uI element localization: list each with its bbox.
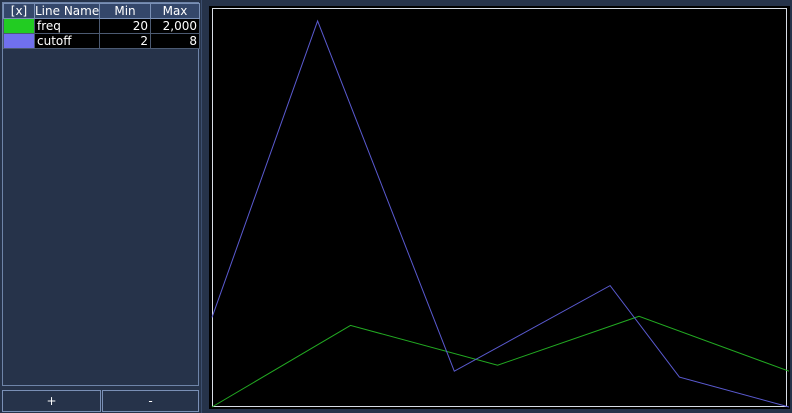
line-min-cell[interactable]: 2 — [99, 33, 151, 49]
line-max-cell[interactable]: 2,000 — [150, 18, 200, 34]
line-table-header: [x] Line Name Min Max — [3, 3, 200, 19]
line-table-frame: [x] Line Name Min Max freq 20 2,000 cuto… — [2, 2, 200, 386]
remove-line-button[interactable]: - — [102, 390, 199, 412]
line-table: [x] Line Name Min Max freq 20 2,000 cuto… — [3, 3, 200, 49]
column-header-visible[interactable]: [x] — [3, 3, 35, 19]
cutoff-series-line — [211, 19, 790, 408]
line-color-swatch[interactable] — [4, 34, 34, 48]
plot-area[interactable] — [209, 6, 790, 409]
column-header-min[interactable]: Min — [99, 3, 151, 19]
split-pane-divider[interactable] — [201, 0, 209, 413]
column-header-line-name[interactable]: Line Name — [34, 3, 100, 19]
column-header-max[interactable]: Max — [150, 3, 200, 19]
line-list-panel: [x] Line Name Min Max freq 20 2,000 cuto… — [0, 0, 201, 413]
line-min-cell[interactable]: 20 — [99, 18, 151, 34]
line-color-swatch[interactable] — [4, 19, 34, 33]
table-row[interactable]: freq 20 2,000 — [3, 18, 200, 34]
line-list-toolbar: + - — [0, 388, 201, 413]
line-max-cell[interactable]: 8 — [150, 33, 200, 49]
line-color-swatch-cell[interactable] — [3, 33, 35, 49]
line-color-swatch-cell[interactable] — [3, 18, 35, 34]
add-line-button[interactable]: + — [2, 390, 101, 412]
table-row[interactable]: cutoff 2 8 — [3, 33, 200, 49]
freq-series-line — [211, 315, 790, 408]
line-plot — [211, 19, 790, 408]
line-name-cell[interactable]: freq — [34, 18, 100, 34]
line-name-cell[interactable]: cutoff — [34, 33, 100, 49]
